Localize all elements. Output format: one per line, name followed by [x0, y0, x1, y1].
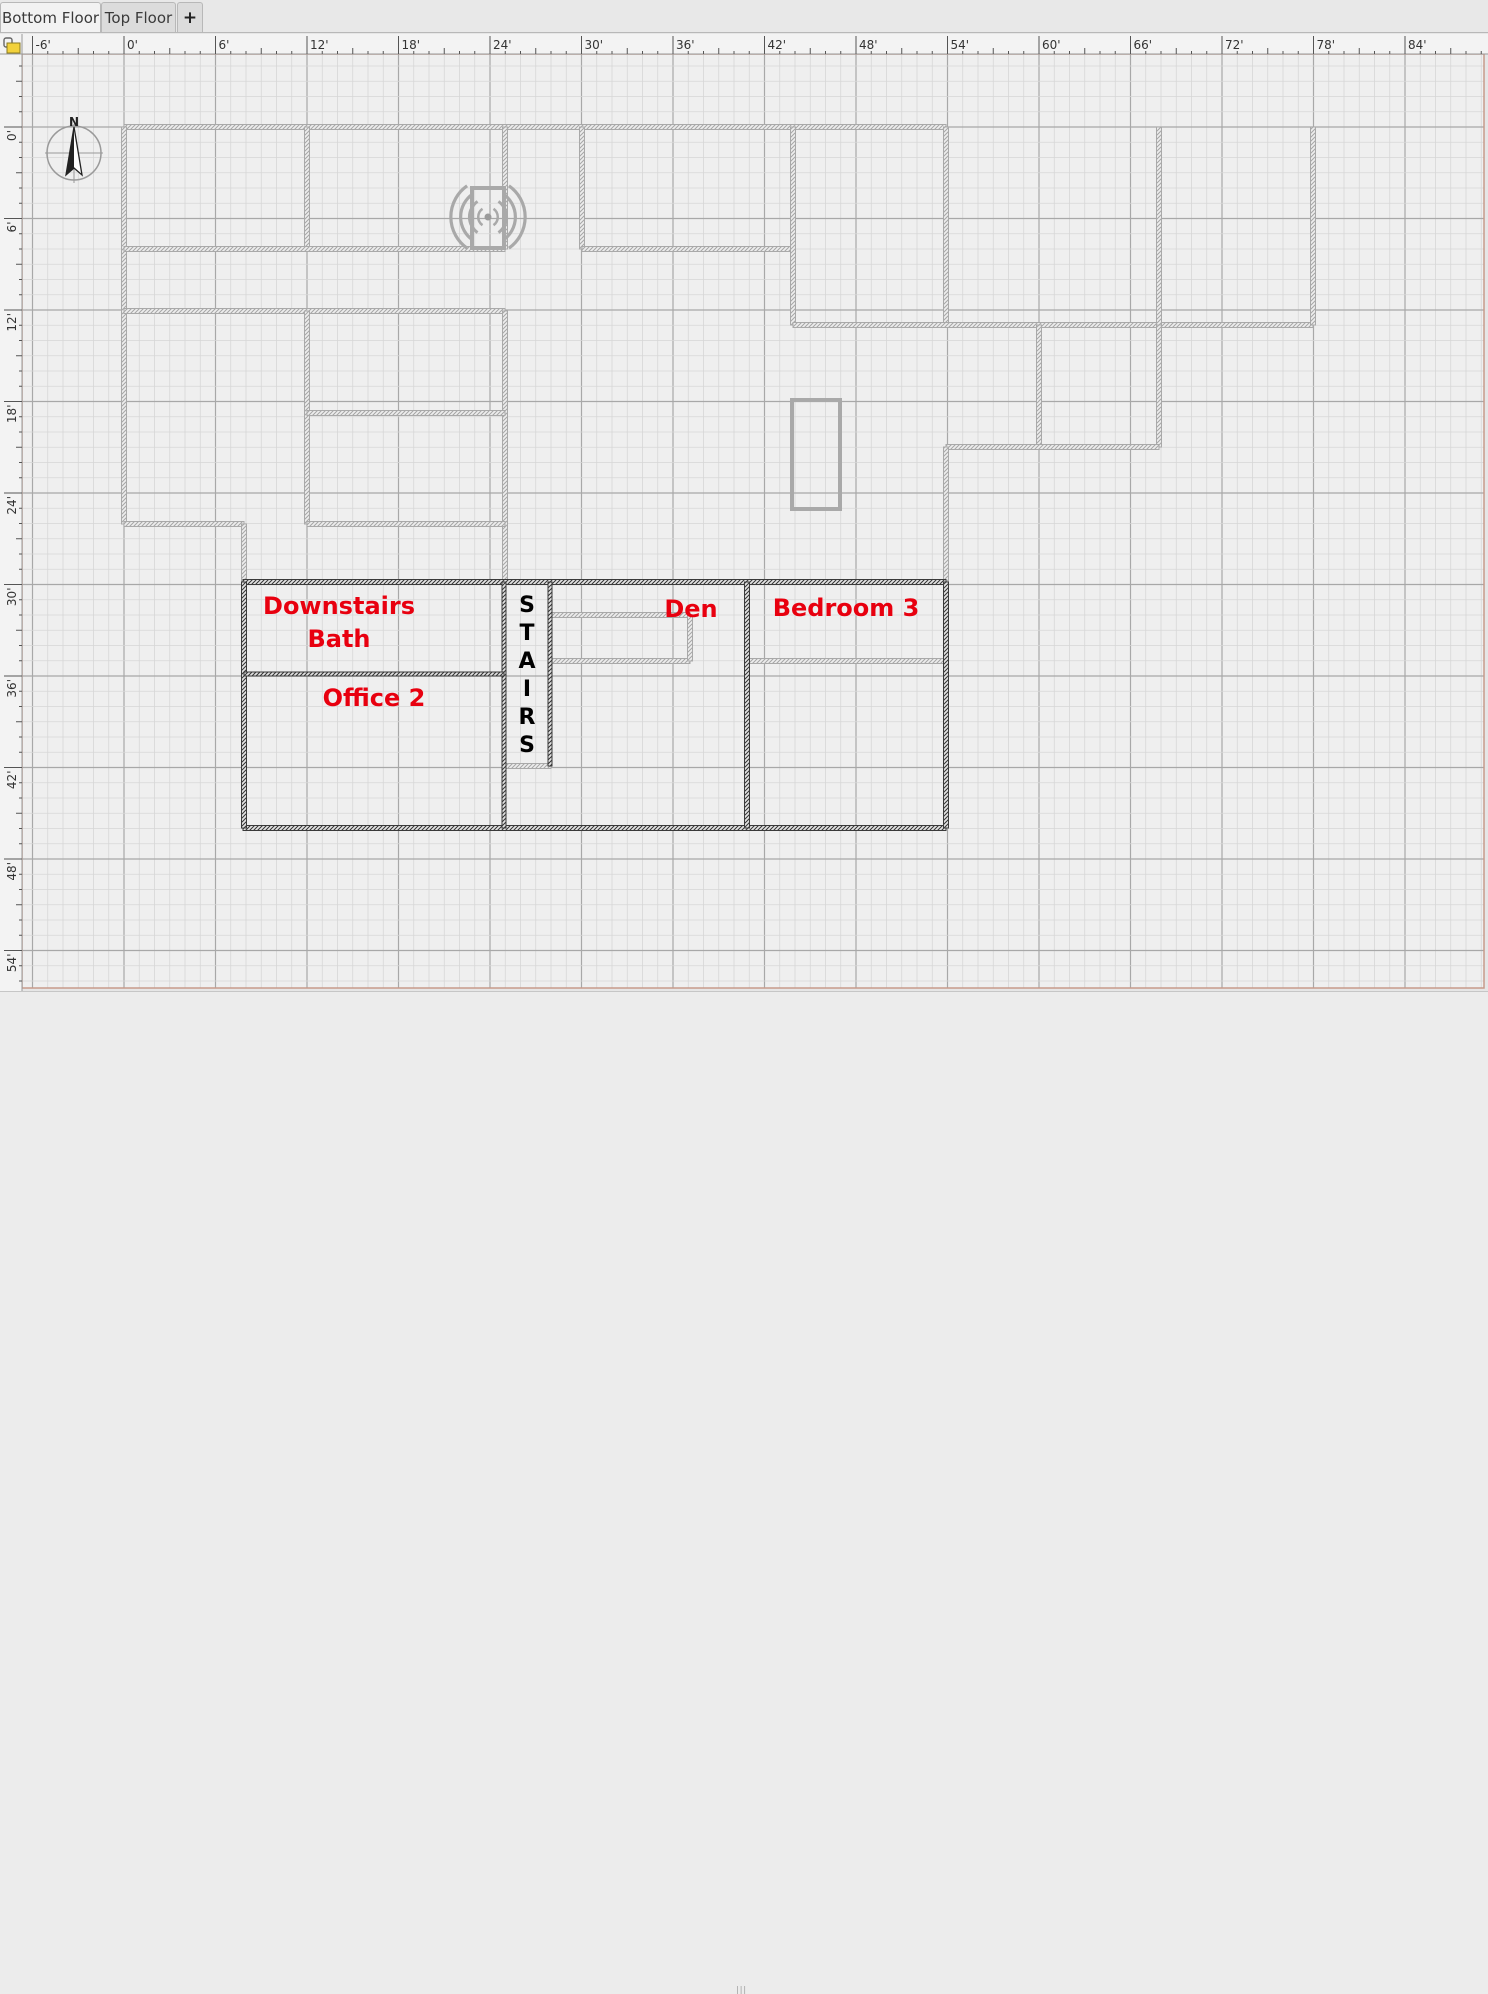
wall-upper	[123, 124, 947, 130]
wall-upper	[792, 322, 1314, 328]
wall-upper	[550, 658, 691, 664]
stairs-letter: R	[519, 705, 536, 730]
resize-grip[interactable]: |||	[736, 1985, 747, 1994]
ruler-label-left: 36'	[5, 679, 19, 698]
ruler-label-top: 0'	[127, 38, 138, 52]
wall-upper	[790, 126, 796, 326]
wall-upper	[1156, 126, 1162, 326]
wall-upper	[1310, 126, 1316, 326]
wall-upper	[943, 446, 949, 583]
wall-upper	[1156, 324, 1162, 448]
ruler-label-left: 54'	[5, 954, 19, 973]
wall-current	[243, 671, 505, 677]
room-label-den: Den	[664, 595, 717, 623]
wall-current	[242, 825, 947, 831]
wall-current	[547, 581, 553, 767]
wall-upper	[123, 308, 506, 314]
ruler-label-left: 30'	[5, 588, 19, 607]
ruler-label-top: 66'	[1134, 38, 1153, 52]
wifi-center	[484, 213, 492, 221]
wall-current	[744, 581, 750, 829]
ruler-label-top: 48'	[859, 38, 878, 52]
wall-upper	[121, 126, 127, 525]
stairs-letter: I	[523, 677, 531, 702]
wall-upper	[123, 521, 245, 527]
wall-current	[241, 581, 247, 829]
wall-upper	[123, 246, 506, 252]
stairs-letter: S	[519, 593, 535, 618]
ruler-label-left: 24'	[5, 496, 19, 515]
room-label-bath: Bath	[307, 625, 370, 653]
ruler-label-top: 72'	[1225, 38, 1244, 52]
ruler-label-top: 6'	[219, 38, 230, 52]
ruler-label-left: 42'	[5, 771, 19, 790]
wall-current	[242, 579, 947, 585]
ruler-label-top: 12'	[310, 38, 329, 52]
room-label-bedroom-3: Bedroom 3	[773, 594, 920, 622]
wall-upper	[241, 523, 247, 583]
wall-upper	[579, 126, 585, 250]
wall-upper	[504, 763, 552, 769]
wall-upper	[943, 126, 949, 326]
ruler-label-top: 84'	[1408, 38, 1427, 52]
plan-canvas[interactable]: -6' 0' 6' 12' 18' 24' 30' 36' 42' 48' 54' 60' 66' 72'…	[0, 0, 1488, 1003]
ruler-label-top: 42'	[768, 38, 787, 52]
ruler-label-top: 24'	[493, 38, 512, 52]
stairs-letter: S	[519, 733, 535, 758]
wall-current	[943, 581, 949, 829]
ruler-label-left: 48'	[5, 862, 19, 881]
stairs-letter: A	[518, 649, 535, 674]
wall-upper	[306, 410, 506, 416]
ruler-label-top: 54'	[951, 38, 970, 52]
stairs-letter: T	[519, 621, 534, 646]
ruler-label-left: 0'	[5, 130, 19, 141]
wall-upper	[304, 310, 310, 525]
ruler-label-top: 78'	[1317, 38, 1336, 52]
ruler-label-left: 18'	[5, 405, 19, 424]
wall-upper	[747, 658, 947, 664]
lock-body	[6, 42, 21, 54]
wall-upper	[306, 521, 506, 527]
status-bar: |||	[0, 991, 1488, 1994]
wall-upper	[945, 444, 1160, 450]
compass-north-label: N	[69, 115, 79, 129]
room-label-office-2: Office 2	[323, 684, 426, 712]
room-label-downstairs: Downstairs	[263, 592, 415, 620]
wall-upper	[581, 246, 794, 252]
wall-upper	[502, 310, 508, 583]
wall-upper	[304, 126, 310, 250]
wall-current	[501, 581, 507, 829]
ruler-label-top: 18'	[402, 38, 421, 52]
grid	[0, 33, 1488, 991]
ruler-label-top: 30'	[585, 38, 604, 52]
ruler-label-top: -6'	[36, 38, 51, 52]
ruler-label-left: 6'	[5, 222, 19, 233]
ruler-label-top: 60'	[1042, 38, 1061, 52]
wall-upper	[1036, 324, 1042, 448]
ruler-label-left: 12'	[5, 313, 19, 332]
ruler-label-top: 36'	[676, 38, 695, 52]
